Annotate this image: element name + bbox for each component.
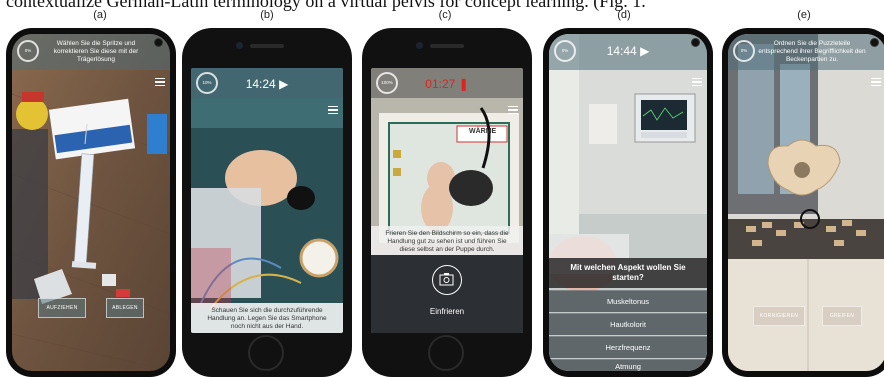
status-bar: 10% 14:24 ▶	[191, 68, 343, 98]
progress-indicator: 0%	[17, 40, 39, 62]
screen-b: 10% 14:24 ▶ Schauen Sie sich die durchzu…	[191, 68, 343, 333]
panel-label-b: (b)	[260, 9, 274, 21]
timer-text: 01:27	[425, 77, 456, 91]
progress-indicator: 0%	[733, 40, 755, 62]
pause-icon[interactable]: ❚	[459, 77, 469, 91]
scene-table-syringe	[12, 34, 170, 371]
hamburger-menu-icon[interactable]	[328, 106, 338, 114]
ar-instruction-bar: 0% Wählen Sie die Spritze und korrektier…	[12, 34, 170, 70]
phone-camera-icon	[236, 42, 243, 49]
front-camera-icon	[691, 38, 700, 47]
status-bar: 100% 01:27 ❚	[371, 68, 523, 98]
phone-speaker	[430, 44, 464, 48]
choice-atmung[interactable]: Atmung	[549, 359, 707, 371]
scene-procedure-video	[191, 68, 343, 333]
hint-box: Schauen Sie sich die durchzuführende Han…	[191, 303, 343, 333]
home-button[interactable]	[248, 335, 284, 371]
hamburger-menu-icon[interactable]	[871, 78, 881, 86]
screen-c: WÄRME 100% 01:27 ❚ Frieren Sie den Bilds…	[371, 68, 523, 333]
choice-herzfrequenz[interactable]: Herzfrequenz	[549, 336, 707, 358]
phone-speaker	[250, 44, 284, 48]
korrigieren-button[interactable]: KORRIGIEREN	[753, 306, 805, 326]
screen-a: 0% Wählen Sie die Spritze und korrektier…	[12, 34, 170, 371]
home-button[interactable]	[428, 335, 464, 371]
aufziehen-button[interactable]: AUFZIEHEN	[38, 298, 86, 318]
freeze-label: Einfrieren	[429, 307, 465, 316]
timer-text: 14:24	[245, 77, 276, 91]
warm-label: WÄRME	[469, 128, 497, 135]
video-timer: 14:24 ▶	[191, 77, 343, 91]
screen-e: 0% Ordnen Sie die Puzzleteile entspreche…	[728, 34, 884, 371]
instruction-text: Wählen Sie die Spritze und korrektieren …	[53, 40, 139, 63]
recording-timer: 01:27 ❚	[371, 77, 523, 91]
phone-c: WÄRME 100% 01:27 ❚ Frieren Sie den Bilds…	[362, 28, 532, 377]
panel-label-a: (a)	[93, 9, 107, 21]
play-icon[interactable]: ▶	[640, 44, 649, 58]
greifen-button[interactable]: GREIFEN	[822, 306, 862, 326]
phone-a: 0% Wählen Sie die Spritze und korrektier…	[6, 28, 176, 377]
screen-d: 0% 14:44 ▶ Mit welchen Aspekt wollen Sie…	[549, 34, 707, 371]
ar-instruction-bar: 0% Ordnen Sie die Puzzleteile entspreche…	[728, 34, 884, 70]
status-bar: 0% 14:44 ▶	[549, 34, 707, 70]
choice-muskeltonus[interactable]: Muskeltonus	[549, 290, 707, 312]
phone-e: 0% Ordnen Sie die Puzzleteile entspreche…	[722, 28, 884, 377]
instruction-overlay: Frieren Sie den Bildschirm so ein, dass …	[371, 226, 523, 256]
freeze-camera-icon	[439, 273, 454, 286]
panel-label-c: (c)	[438, 9, 452, 21]
phone-d: 0% 14:44 ▶ Mit welchen Aspekt wollen Sie…	[543, 28, 713, 377]
crosshair-reticle-icon	[800, 209, 820, 229]
hamburger-menu-icon[interactable]	[508, 106, 518, 114]
phone-camera-icon	[416, 42, 423, 49]
panel-label-e: (e)	[797, 9, 811, 21]
freeze-panel: Einfrieren	[371, 255, 523, 333]
timer-text: 14:44	[606, 44, 637, 58]
front-camera-icon	[870, 38, 879, 47]
choice-hautkolorit[interactable]: Hautkolorit	[549, 313, 707, 335]
instruction-text: Ordnen Sie die Puzzleteile entsprechend …	[758, 40, 866, 63]
phone-b: 10% 14:24 ▶ Schauen Sie sich die durchzu…	[182, 28, 352, 377]
ablegen-button[interactable]: ABLEGEN	[106, 298, 144, 318]
play-icon[interactable]: ▶	[279, 77, 288, 91]
freeze-button[interactable]	[432, 265, 462, 295]
video-timer: 14:44 ▶	[549, 44, 707, 58]
question-prompt: Mit welchen Aspekt wollen Sie starten?	[549, 258, 707, 288]
panel-label-d: (d)	[617, 9, 631, 21]
hamburger-menu-icon[interactable]	[692, 78, 702, 86]
hamburger-menu-icon[interactable]	[155, 78, 165, 86]
front-camera-icon	[154, 38, 163, 47]
